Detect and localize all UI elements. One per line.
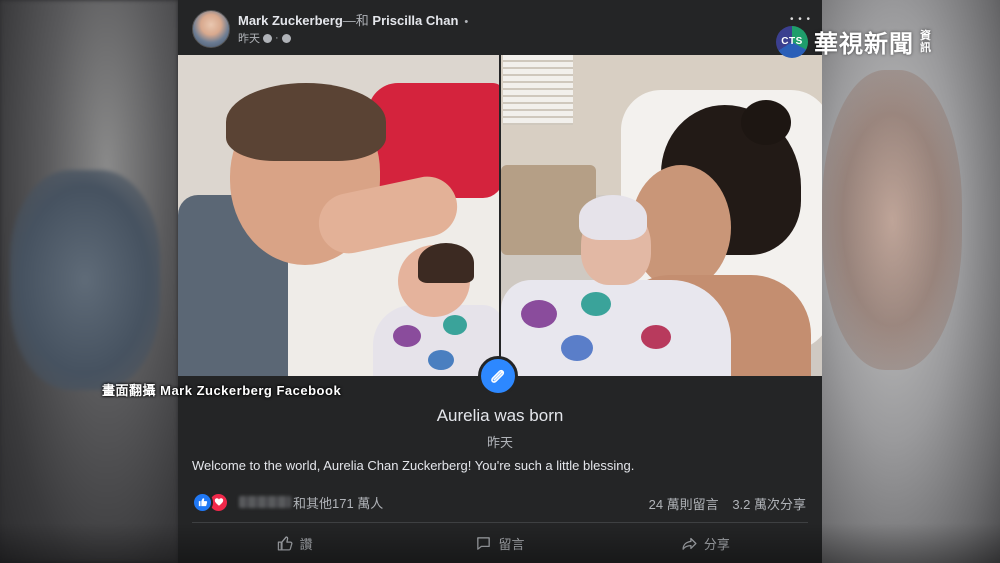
reaction-summary[interactable]: 和其他171 萬人	[192, 491, 384, 513]
life-event-title: Aurelia was born	[436, 406, 564, 425]
engagement-counts: 24 萬則留言 3.2 萬次分享	[639, 494, 806, 513]
source-caption: 畫面翻攝 Mark Zuckerberg Facebook	[102, 383, 342, 398]
photo-father-baby[interactable]	[178, 55, 499, 376]
baby-bottle-icon	[478, 356, 518, 396]
post-header: Mark Zuckerberg—和 Priscilla Chan • 昨天 ·	[192, 8, 792, 48]
blurred-background-right	[822, 0, 1000, 563]
facebook-post: Mark Zuckerberg—和 Priscilla Chan • 昨天 ·	[178, 0, 822, 563]
cts-brand: CTS 華視新聞 資 訊	[776, 24, 931, 59]
like-icon	[192, 491, 213, 513]
cts-logo-icon: CTS	[776, 25, 808, 58]
reaction-count: 和其他171 萬人	[293, 495, 384, 511]
avatar[interactable]	[192, 10, 230, 48]
brand-name: 華視新聞	[814, 31, 914, 58]
clock-icon	[263, 33, 272, 43]
blurred-reactor-name	[239, 496, 291, 508]
more-dot: •	[464, 16, 469, 28]
post-text: Welcome to the world, Aurelia Chan Zucke…	[192, 458, 635, 473]
author-name[interactable]: Mark Zuckerberg	[238, 13, 343, 28]
brand-sub-2: 訊	[920, 41, 931, 54]
bottom-fade	[0, 523, 1000, 563]
author-line: Mark Zuckerberg—和 Priscilla Chan •	[238, 10, 468, 29]
post-timestamp[interactable]: 昨天	[238, 30, 260, 46]
brand-sub-1: 資	[920, 29, 931, 42]
shares-count[interactable]: 3.2 萬次分享	[732, 497, 806, 512]
tagged-name[interactable]: Priscilla Chan	[372, 13, 458, 28]
comments-count[interactable]: 24 萬則留言	[649, 497, 719, 512]
meta-separator: ·	[275, 32, 279, 44]
brand-sub: 資 訊	[920, 30, 931, 54]
photo-mother-baby[interactable]	[501, 55, 822, 376]
with-text: —和	[342, 13, 369, 28]
post-meta: 昨天 ·	[238, 30, 291, 46]
blurred-background-left	[0, 0, 178, 563]
life-event-date: 昨天	[486, 435, 513, 450]
photo-grid	[178, 55, 822, 376]
globe-icon	[281, 33, 291, 43]
